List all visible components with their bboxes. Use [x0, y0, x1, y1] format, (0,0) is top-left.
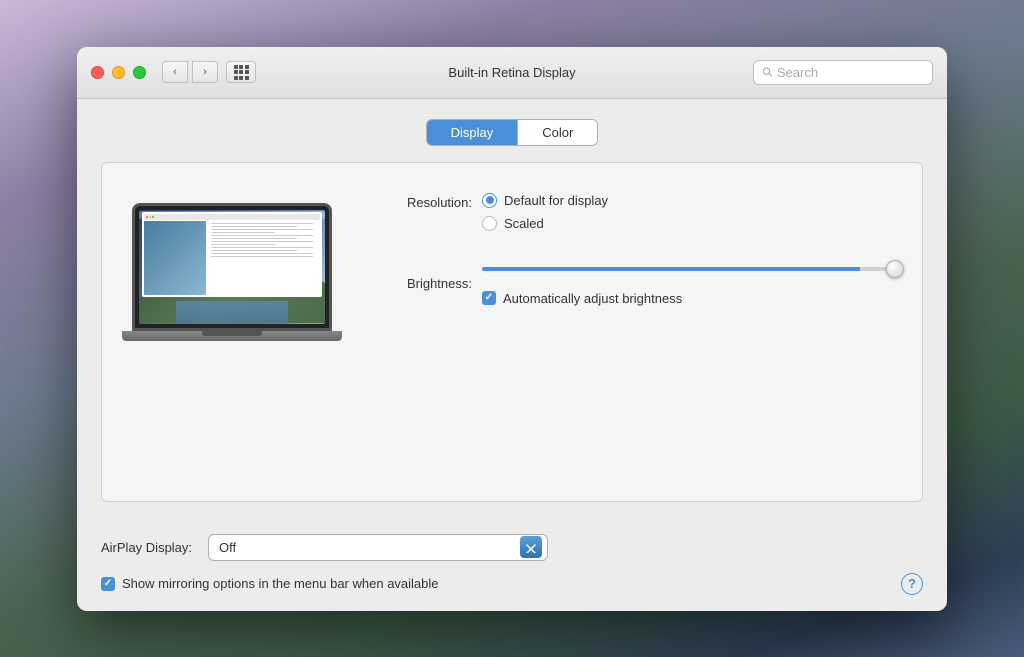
airplay-select-wrapper: Off Apple TV: [208, 534, 548, 561]
auto-brightness-label: Automatically adjust brightness: [503, 291, 682, 306]
resolution-scaled-option[interactable]: Scaled: [482, 216, 902, 231]
screen-lake: [176, 301, 288, 324]
text-line: [211, 253, 313, 255]
text-line: [211, 226, 297, 228]
nav-buttons: ‹ ›: [162, 61, 218, 83]
auto-brightness-checkbox[interactable]: ✓: [482, 291, 496, 305]
forward-button[interactable]: ›: [192, 61, 218, 83]
text-line: [211, 247, 313, 249]
checkmark-icon: ✓: [485, 293, 493, 303]
window-title: Built-in Retina Display: [448, 65, 575, 80]
resolution-default-option[interactable]: Default for display: [482, 193, 902, 208]
browser-sidebar: [144, 221, 206, 296]
auto-brightness-row: ✓ Automatically adjust brightness: [482, 291, 902, 306]
grid-view-button[interactable]: [226, 61, 256, 83]
screen-browser: [142, 212, 322, 298]
resolution-controls: Default for display Scaled: [482, 193, 902, 239]
brightness-controls: ✓ Automatically adjust brightness: [482, 259, 902, 306]
text-line: [211, 241, 313, 243]
laptop-illustration: [122, 183, 342, 361]
mirroring-label: Show mirroring options in the menu bar w…: [122, 576, 439, 591]
airplay-label: AirPlay Display:: [101, 540, 192, 555]
minimize-button[interactable]: [112, 66, 125, 79]
bottom-bar: AirPlay Display: Off Apple TV: [77, 522, 947, 573]
text-line: [211, 250, 297, 252]
radio-default-circle: [482, 193, 497, 208]
browser-close-dot: [146, 216, 148, 218]
text-line: [211, 235, 313, 237]
browser-max-dot: [152, 216, 154, 218]
laptop: [132, 203, 332, 341]
text-line: [211, 232, 275, 234]
tab-group: Display Color: [426, 119, 599, 146]
radio-default-inner: [486, 196, 494, 204]
laptop-notch: [202, 331, 262, 336]
system-preferences-window: ‹ › Built-in Retina Display: [77, 47, 947, 611]
search-input[interactable]: [777, 65, 924, 80]
browser-content: [144, 221, 320, 296]
tabs-row: Display Color: [101, 119, 923, 146]
content-area: Display Color: [77, 99, 947, 522]
text-line: [211, 244, 275, 246]
radio-scaled-circle: [482, 216, 497, 231]
text-line: [211, 229, 313, 231]
brightness-slider-container: [482, 259, 902, 279]
resolution-label: Resolution:: [372, 193, 482, 210]
grid-icon: [234, 65, 249, 80]
text-line: [211, 223, 313, 225]
help-button[interactable]: ?: [901, 573, 923, 595]
maximize-button[interactable]: [133, 66, 146, 79]
mirroring-checkmark-icon: ✓: [104, 579, 112, 589]
mirroring-checkbox[interactable]: ✓: [101, 577, 115, 591]
laptop-screen-inner: [139, 210, 325, 324]
search-bar[interactable]: [753, 60, 933, 85]
browser-min-dot: [149, 216, 151, 218]
resolution-scaled-label: Scaled: [504, 216, 544, 231]
tab-color[interactable]: Color: [518, 120, 597, 145]
laptop-screen-outer: [132, 203, 332, 331]
browser-toolbar: [144, 214, 320, 220]
settings-panel: Resolution: Default for display Scaled: [372, 183, 902, 336]
close-button[interactable]: [91, 66, 104, 79]
text-line: [211, 256, 313, 258]
traffic-lights: [91, 66, 146, 79]
laptop-base: [122, 331, 342, 341]
brightness-slider-thumb[interactable]: [886, 260, 904, 278]
titlebar: ‹ › Built-in Retina Display: [77, 47, 947, 99]
brightness-label: Brightness:: [372, 274, 482, 291]
tab-display[interactable]: Display: [427, 120, 519, 145]
brightness-slider-track[interactable]: [482, 267, 902, 271]
browser-text-area: [209, 221, 320, 296]
text-line: [211, 238, 297, 240]
back-button[interactable]: ‹: [162, 61, 188, 83]
resolution-row: Resolution: Default for display Scaled: [372, 193, 902, 239]
brightness-row: Brightness: ✓ Automatically adjust brigh…: [372, 259, 902, 306]
resolution-default-label: Default for display: [504, 193, 608, 208]
mirroring-row: ✓ Show mirroring options in the menu bar…: [77, 573, 947, 611]
airplay-select[interactable]: Off Apple TV: [208, 534, 548, 561]
forward-icon: ›: [203, 66, 207, 78]
main-panel: Resolution: Default for display Scaled: [101, 162, 923, 502]
search-icon: [762, 66, 773, 78]
back-icon: ‹: [173, 66, 177, 78]
